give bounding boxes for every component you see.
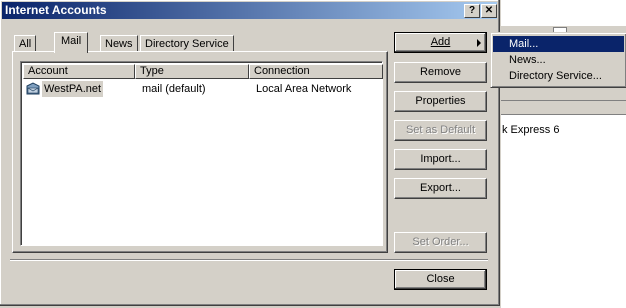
add-button-label: Add — [430, 36, 451, 48]
accounts-list[interactable]: Account Type Connection WestPA.net mail … — [20, 61, 383, 246]
import-button[interactable]: Import... — [394, 149, 487, 170]
set-as-default-button[interactable]: Set as Default — [394, 120, 487, 141]
add-submenu: Mail... News... Directory Service... — [490, 32, 626, 88]
background-text: k Express 6 — [502, 124, 560, 136]
tab-directory-service[interactable]: Directory Service — [140, 35, 234, 52]
column-header-connection[interactable]: Connection — [249, 64, 383, 79]
background-divider — [501, 100, 626, 101]
menu-item-directory-service[interactable]: Directory Service... — [493, 68, 624, 84]
background-panel — [501, 114, 626, 308]
close-icon[interactable]: ✕ — [481, 4, 497, 18]
account-type: mail (default) — [142, 83, 206, 95]
account-name: WestPA.net — [42, 81, 104, 97]
column-header-account[interactable]: Account — [23, 64, 135, 79]
tab-all[interactable]: All — [14, 35, 37, 52]
properties-button[interactable]: Properties — [394, 91, 487, 112]
list-header: Account Type Connection — [23, 64, 383, 79]
tab-mail[interactable]: Mail — [54, 32, 89, 53]
add-button[interactable]: Add — [394, 32, 487, 53]
help-button[interactable]: ? — [464, 4, 480, 18]
tab-news[interactable]: News — [100, 35, 138, 52]
set-order-button[interactable]: Set Order... — [394, 232, 487, 253]
internet-accounts-dialog: Internet Accounts ? ✕ All Mail News Dire… — [0, 0, 500, 306]
account-connection: Local Area Network — [256, 83, 352, 95]
mail-account-icon — [26, 82, 40, 95]
title-bar[interactable]: Internet Accounts ? ✕ — [2, 2, 497, 19]
menu-item-news[interactable]: News... — [493, 52, 624, 68]
menu-item-mail[interactable]: Mail... — [493, 36, 624, 52]
export-button[interactable]: Export... — [394, 178, 487, 199]
dialog-title: Internet Accounts — [5, 3, 107, 17]
divider — [10, 259, 488, 261]
close-button[interactable]: Close — [394, 269, 487, 290]
submenu-arrow-icon — [477, 39, 481, 47]
table-row[interactable]: WestPA.net mail (default) Local Area Net… — [23, 81, 380, 97]
remove-button[interactable]: Remove — [394, 62, 487, 83]
background-pane — [501, 0, 626, 26]
column-header-type[interactable]: Type — [135, 64, 249, 79]
